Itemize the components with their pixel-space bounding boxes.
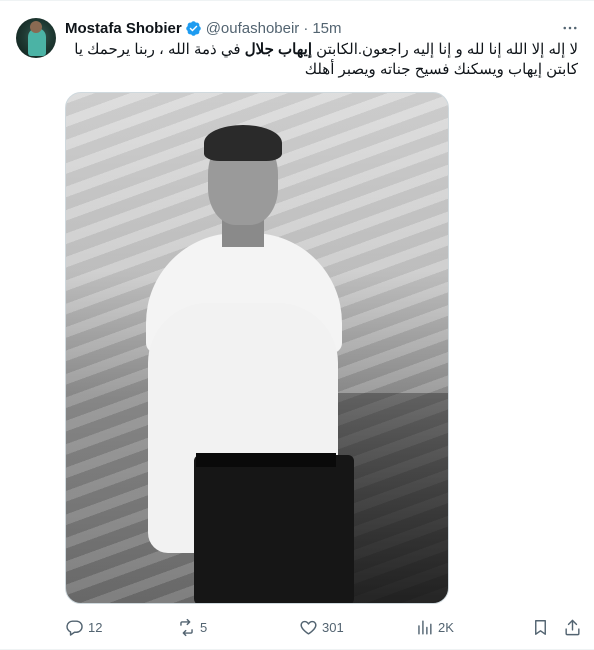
tweet-photo[interactable] (65, 92, 449, 604)
heart-icon (300, 620, 317, 635)
bookmark-button[interactable] (531, 615, 550, 639)
retweet-icon (180, 618, 193, 636)
avatar-head (30, 21, 42, 33)
timestamp[interactable]: 15m (312, 20, 341, 37)
share-icon (565, 619, 580, 635)
like-count: 301 (322, 619, 344, 635)
photo-subject-hair (204, 125, 282, 161)
tweet-header: Mostafa Shobier @oufashobeir · 15m (65, 18, 578, 38)
tweet-text-part1: لا إله إلا الله إنا لله و إنا إليه راجعو… (312, 41, 578, 58)
reply-count: 12 (88, 619, 103, 635)
author-handle[interactable]: @oufashobeir (206, 20, 300, 37)
retweet-count: 5 (200, 619, 208, 635)
more-options-icon[interactable] (560, 18, 580, 38)
photo-subject-pants (194, 455, 354, 603)
avatar[interactable] (16, 18, 56, 58)
verified-badge-icon (185, 20, 202, 37)
photo-subject-belt (196, 453, 336, 467)
bookmark-icon (535, 619, 546, 635)
tweet-card[interactable]: Mostafa Shobier @oufashobeir · 15m لا إل… (0, 0, 594, 650)
separator-dot: · (303, 19, 309, 37)
views-count: 2K (438, 619, 454, 635)
retweet-button[interactable]: 5 (177, 615, 207, 639)
views-button[interactable]: 2K (415, 615, 454, 639)
reply-button[interactable]: 12 (65, 615, 102, 639)
views-chart-icon (418, 619, 432, 635)
author-name[interactable]: Mostafa Shobier (65, 20, 182, 37)
tweet-text: لا إله إلا الله إنا لله و إنا إليه راجعو… (65, 40, 578, 80)
reply-icon (66, 619, 83, 636)
share-button[interactable] (563, 615, 582, 639)
like-button[interactable]: 301 (299, 615, 344, 639)
tweet-actions: 12 5 301 2K (65, 615, 580, 639)
tweet-text-bold-name[interactable]: إيهاب جلال (245, 41, 312, 58)
